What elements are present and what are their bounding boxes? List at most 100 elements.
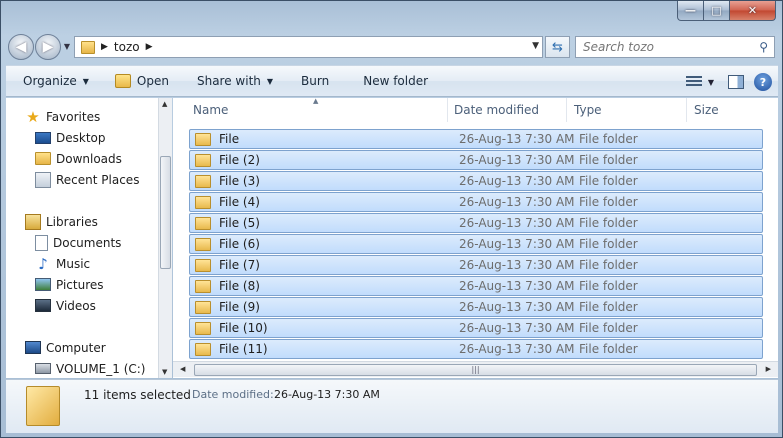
- search-box[interactable]: ⚲: [575, 36, 775, 58]
- preview-pane-icon[interactable]: [728, 75, 744, 89]
- table-row[interactable]: File (4) 26-Aug-13 7:30 AM File folder: [189, 192, 763, 212]
- music-note-icon: ♪: [38, 254, 48, 273]
- column-header-label: Size: [694, 103, 719, 117]
- videos-icon: [35, 299, 51, 312]
- nav-item-music[interactable]: ♪ Music: [35, 253, 90, 274]
- nav-item-computer[interactable]: Computer: [25, 337, 106, 358]
- table-row[interactable]: File (5) 26-Aug-13 7:30 AM File folder: [189, 213, 763, 233]
- desktop-icon: [35, 131, 51, 144]
- maximize-icon: □: [711, 4, 722, 17]
- column-header-date-modified[interactable]: Date modified: [447, 98, 567, 122]
- scrollbar-thumb[interactable]: [160, 156, 171, 269]
- address-bar[interactable]: ▶ tozo ▶ ▼: [74, 36, 543, 58]
- open-button[interactable]: Open: [107, 69, 177, 93]
- address-dropdown-icon[interactable]: ▼: [532, 41, 539, 51]
- selection-count: 11 items selected: [84, 388, 191, 402]
- table-row[interactable]: File (6) 26-Aug-13 7:30 AM File folder: [189, 234, 763, 254]
- nav-item-volume-c[interactable]: VOLUME_1 (C:): [35, 358, 145, 378]
- search-input[interactable]: [583, 40, 753, 54]
- chevron-down-icon: ▼: [82, 76, 89, 86]
- new-folder-button[interactable]: New folder: [355, 69, 436, 93]
- column-header-label: Name: [193, 103, 229, 117]
- minimize-button[interactable]: —: [677, 1, 704, 21]
- breadcrumb-tozo[interactable]: tozo: [114, 40, 140, 54]
- nav-item-favorites[interactable]: ★ Favorites: [25, 106, 100, 127]
- breadcrumb-separator-icon[interactable]: ▶: [101, 42, 108, 52]
- maximize-button[interactable]: □: [704, 1, 730, 21]
- nav-label: Desktop: [56, 130, 106, 145]
- column-header-name[interactable]: Name: [186, 98, 448, 122]
- recent-pages-dropdown-icon[interactable]: ▼: [62, 42, 72, 52]
- details-pane: 11 items selected Date modified: 26-Aug-…: [6, 379, 778, 433]
- file-type: File folder: [579, 216, 638, 230]
- scroll-left-icon[interactable]: ◀: [180, 365, 185, 373]
- libraries-icon: [25, 213, 41, 230]
- table-row[interactable]: File (3) 26-Aug-13 7:30 AM File folder: [189, 171, 763, 191]
- table-row[interactable]: File (8) 26-Aug-13 7:30 AM File folder: [189, 276, 763, 296]
- file-type: File folder: [579, 174, 638, 188]
- file-date: 26-Aug-13 7:30 AM: [459, 153, 575, 167]
- burn-button[interactable]: Burn: [293, 69, 337, 93]
- nav-item-pictures[interactable]: Pictures: [35, 274, 104, 295]
- folder-icon: [195, 153, 211, 167]
- folder-icon: [195, 174, 211, 188]
- recent-places-icon: [35, 171, 51, 188]
- nav-item-downloads[interactable]: Downloads: [35, 148, 122, 169]
- forward-button[interactable]: ▶: [35, 34, 61, 60]
- close-button[interactable]: ✕: [730, 1, 776, 21]
- file-date: 26-Aug-13 7:30 AM: [459, 300, 575, 314]
- table-row[interactable]: File (11) 26-Aug-13 7:30 AM File folder: [189, 339, 763, 359]
- nav-item-videos[interactable]: Videos: [35, 295, 96, 316]
- drive-icon: [35, 363, 51, 374]
- help-icon: ?: [759, 75, 767, 89]
- nav-label: Libraries: [46, 214, 98, 229]
- table-row[interactable]: File (7) 26-Aug-13 7:30 AM File folder: [189, 255, 763, 275]
- file-type: File folder: [579, 195, 638, 209]
- pictures-icon: [35, 278, 51, 291]
- chevron-down-icon[interactable]: ▼: [708, 78, 714, 87]
- nav-label: Downloads: [56, 151, 122, 166]
- star-icon: ★: [26, 107, 40, 126]
- folder-icon: [195, 279, 211, 293]
- file-type: File folder: [579, 342, 638, 356]
- file-type: File folder: [579, 300, 638, 314]
- search-icon[interactable]: ⚲: [759, 40, 768, 54]
- refresh-icon: ⇆: [552, 39, 563, 55]
- nav-item-desktop[interactable]: Desktop: [35, 127, 106, 148]
- navigation-pane-scrollbar[interactable]: ▲ ▼: [158, 98, 172, 378]
- file-name: File (6): [219, 237, 260, 251]
- open-folder-icon: [114, 74, 131, 88]
- share-with-label: Share with: [196, 74, 261, 88]
- column-header-size[interactable]: Size: [687, 98, 778, 122]
- table-row[interactable]: File 26-Aug-13 7:30 AM File folder: [189, 129, 763, 149]
- organize-button[interactable]: Organize ▼: [15, 69, 97, 93]
- chevron-down-icon: ▼: [266, 76, 274, 86]
- nav-item-documents[interactable]: Documents: [35, 232, 121, 253]
- file-type: File folder: [579, 132, 638, 146]
- file-name: File (10): [219, 321, 268, 335]
- nav-item-recent-places[interactable]: Recent Places: [35, 169, 139, 190]
- nav-label: Computer: [46, 340, 106, 355]
- share-with-button[interactable]: Share with ▼: [189, 69, 281, 93]
- scroll-right-icon[interactable]: ▶: [766, 365, 771, 373]
- breadcrumb-separator-icon[interactable]: ▶: [146, 42, 153, 52]
- column-headers: ▲ Name Date modified Type Size: [173, 98, 778, 122]
- scrollbar-thumb[interactable]: |||: [194, 364, 757, 376]
- file-date: 26-Aug-13 7:30 AM: [459, 174, 575, 188]
- folder-icon: [195, 216, 211, 230]
- table-row[interactable]: File (10) 26-Aug-13 7:30 AM File folder: [189, 318, 763, 338]
- folder-icon: [195, 300, 211, 314]
- table-row[interactable]: File (2) 26-Aug-13 7:30 AM File folder: [189, 150, 763, 170]
- change-view-icon[interactable]: [685, 76, 702, 88]
- help-button[interactable]: ?: [754, 73, 772, 91]
- table-row[interactable]: File (9) 26-Aug-13 7:30 AM File folder: [189, 297, 763, 317]
- refresh-button[interactable]: ⇆: [545, 36, 570, 58]
- column-header-type[interactable]: Type: [567, 98, 687, 122]
- back-button[interactable]: ◀: [8, 34, 34, 60]
- nav-item-libraries[interactable]: Libraries: [25, 211, 98, 232]
- file-date: 26-Aug-13 7:30 AM: [459, 321, 575, 335]
- nav-label: Music: [56, 256, 91, 271]
- scroll-down-icon[interactable]: ▼: [162, 368, 167, 376]
- scroll-up-icon[interactable]: ▲: [162, 100, 167, 108]
- horizontal-scrollbar[interactable]: ◀ ||| ▶: [173, 361, 778, 377]
